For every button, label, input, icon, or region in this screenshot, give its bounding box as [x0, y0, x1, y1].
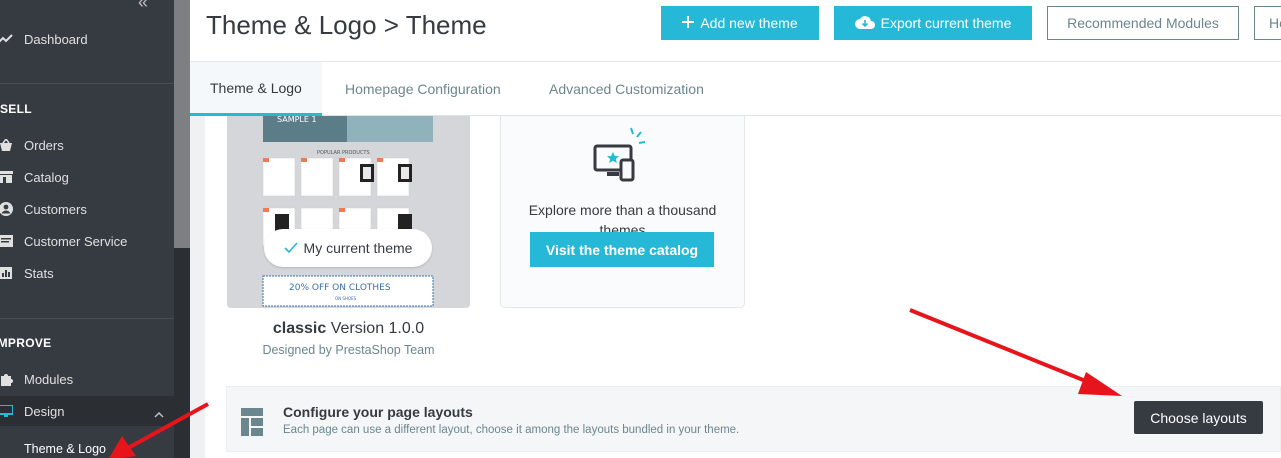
chevron-up-icon [154, 406, 164, 421]
sidebar-item-design[interactable]: Design [0, 396, 174, 426]
sidebar-item-dashboard[interactable]: Dashboard [0, 24, 174, 54]
account-circle-icon [0, 202, 14, 216]
export-current-theme-label: Export current theme [880, 15, 1012, 31]
trending-up-icon [0, 32, 14, 46]
sidebar-item-customers[interactable]: Customers [0, 194, 174, 224]
page-title: Theme & Logo > Theme [206, 10, 487, 40]
desktop-star-icon [593, 126, 653, 189]
collapse-sidebar-icon[interactable]: « [138, 0, 148, 13]
theme-preview-image: SAMPLE 1 POPULAR PRODUCTS 20% OFF ON CLO… [227, 116, 470, 308]
sidebar-item-stats[interactable]: Stats [0, 258, 174, 288]
page-layouts-title: Configure your page layouts [283, 404, 473, 420]
current-theme-badge: My current theme [264, 229, 432, 267]
theme-name-bold: classic [272, 320, 327, 337]
sidebar-item-label: Customers [24, 201, 87, 217]
current-theme-label: My current theme [303, 240, 413, 256]
current-theme-preview: SAMPLE 1 POPULAR PRODUCTS 20% OFF ON CLO… [227, 116, 470, 308]
add-new-theme-button[interactable]: Add new theme [661, 6, 819, 40]
page-layouts-description: Each page can use a different layout, ch… [283, 424, 740, 436]
theme-thumb-promo-sub: ON SHOES [335, 296, 357, 301]
bar-chart-icon [0, 266, 14, 280]
choose-layouts-button[interactable]: Choose layouts [1134, 401, 1263, 434]
check-icon [283, 240, 298, 256]
chat-icon [0, 234, 14, 248]
plus-icon [682, 15, 695, 31]
theme-catalog-text: Explore more than a thousand themes [528, 202, 717, 232]
export-current-theme-button[interactable]: Export current theme [834, 6, 1032, 40]
sidebar-item-label: Design [24, 403, 65, 419]
sidebar-item-label: Modules [24, 371, 74, 387]
sidebar-item-label: Catalog [24, 169, 69, 185]
theme-version: Version 1.0.0 [330, 320, 425, 337]
scrollbar-thumb[interactable] [174, 0, 190, 248]
sidebar-item-orders[interactable]: Orders [0, 130, 174, 160]
divider [0, 83, 174, 84]
puzzle-icon [0, 372, 14, 386]
basket-icon [0, 138, 14, 152]
theme-thumb-products-label: POPULAR PRODUCTS [317, 150, 370, 156]
sidebar-item-catalog[interactable]: Catalog [0, 162, 174, 192]
sidebar-subitem-theme-logo[interactable]: Theme & Logo [24, 442, 106, 456]
tab-homepage-configuration[interactable]: Homepage Configuration [345, 62, 501, 116]
cloud-download-icon [854, 15, 875, 32]
theme-name: classic Version 1.0.0 [227, 320, 470, 338]
sidebar-scrollbar[interactable] [174, 0, 190, 458]
sidebar-item-label: Dashboard [24, 31, 88, 47]
sidebar-item-customer-service[interactable]: Customer Service [0, 226, 174, 256]
layout-grid-icon [241, 408, 263, 441]
visit-theme-catalog-button[interactable]: Visit the theme catalog [530, 232, 714, 267]
tab-advanced-customization[interactable]: Advanced Customization [549, 62, 704, 116]
theme-thumb-banner: SAMPLE 1 [277, 116, 317, 124]
sidebar-item-label: Stats [24, 265, 54, 281]
desktop-icon [0, 404, 14, 418]
theme-thumb-promo: 20% OFF ON CLOTHES [289, 283, 391, 293]
help-button[interactable]: He [1254, 6, 1281, 40]
recommended-modules-button[interactable]: Recommended Modules [1047, 6, 1239, 40]
sidebar-item-label: Orders [24, 137, 64, 153]
add-new-theme-label: Add new theme [700, 15, 798, 31]
sidebar: « Dashboard SELL Orders Catalog Customer… [0, 0, 190, 458]
tabs-bar: Theme & Logo Homepage Configuration Adva… [190, 62, 1281, 116]
sidebar-item-modules[interactable]: Modules [0, 364, 174, 394]
divider [0, 318, 174, 319]
theme-author: Designed by PrestaShop Team [262, 343, 435, 357]
tab-theme-logo[interactable]: Theme & Logo [190, 62, 322, 116]
section-sell: SELL [0, 102, 32, 116]
store-icon [0, 170, 14, 184]
section-improve: IMPROVE [0, 336, 52, 350]
sidebar-item-label: Customer Service [24, 233, 128, 249]
